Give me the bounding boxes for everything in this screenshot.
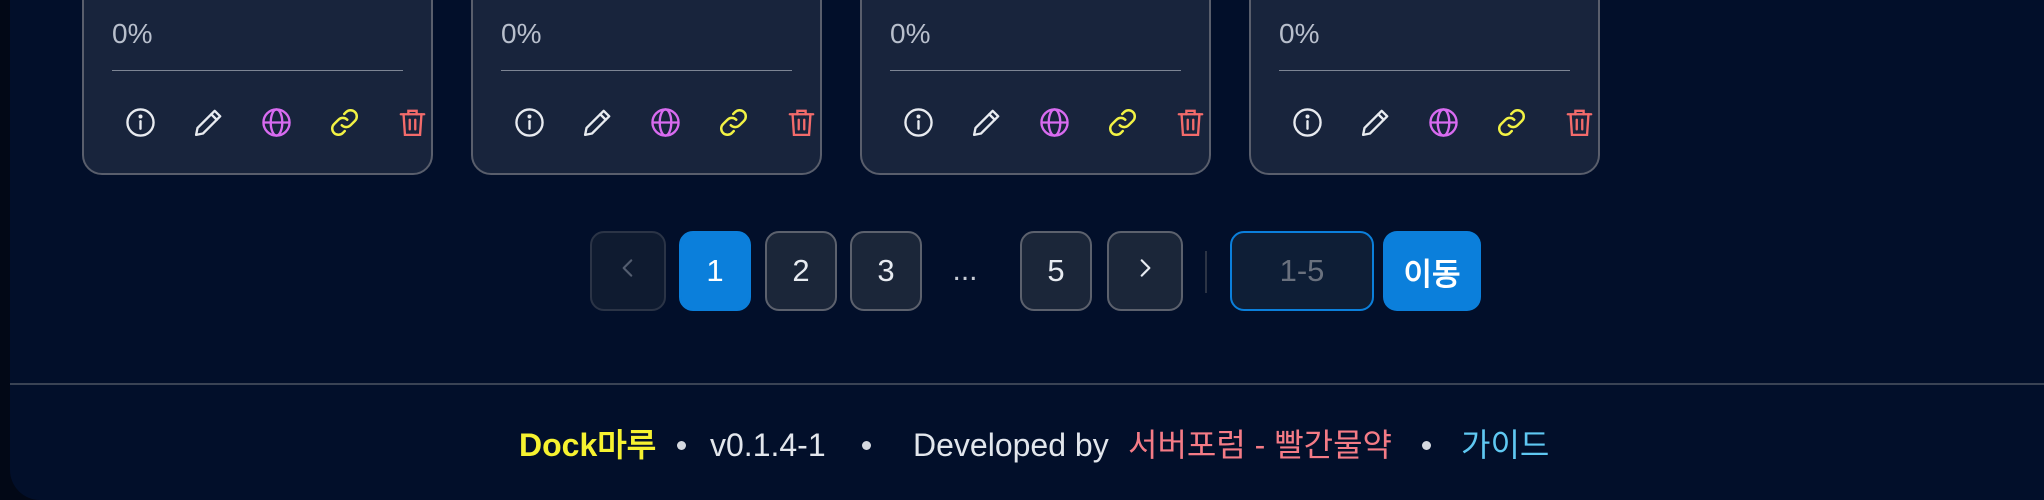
- version-label: v0.1.4-1: [710, 427, 826, 463]
- prev-page-button[interactable]: [590, 231, 666, 311]
- container-card: 0%: [860, 0, 1211, 175]
- guide-link[interactable]: 가이드: [1461, 425, 1549, 465]
- brand-name: Dock마루: [519, 427, 657, 463]
- goto-page-input[interactable]: [1230, 231, 1374, 311]
- link-icon[interactable]: [328, 106, 361, 139]
- pagination-ellipsis: ...: [952, 254, 978, 287]
- info-icon[interactable]: [902, 106, 935, 139]
- progress-divider: [1279, 70, 1570, 71]
- link-icon[interactable]: [1495, 106, 1528, 139]
- chevron-right-icon: [1132, 253, 1158, 289]
- card-actions: [513, 106, 818, 139]
- trash-icon[interactable]: [1174, 106, 1207, 139]
- card-grid: 0% 0% 0% 0%: [82, 0, 1600, 175]
- progress-divider: [112, 70, 403, 71]
- globe-icon[interactable]: [1038, 106, 1071, 139]
- developed-by-label: Developed by: [913, 427, 1109, 463]
- container-card: 0%: [82, 0, 433, 175]
- pagination-separator: [1205, 251, 1207, 293]
- trash-icon[interactable]: [396, 106, 429, 139]
- info-icon[interactable]: [513, 106, 546, 139]
- card-actions: [124, 106, 429, 139]
- pagination: 1 2 3 ... 5 이동: [10, 231, 2044, 311]
- progress-value: 0%: [1279, 18, 1320, 49]
- app-window: 0% 0% 0% 0% 1 2 3 ... 5 1-5 이동 Dock마루 v0…: [10, 0, 2044, 500]
- progress-value: 0%: [890, 18, 931, 49]
- card-actions: [902, 106, 1207, 139]
- container-card: 0%: [471, 0, 822, 175]
- footer-separator-dot: [1422, 441, 1431, 450]
- progress-divider: [890, 70, 1181, 71]
- pencil-icon[interactable]: [1359, 106, 1392, 139]
- progress-divider: [501, 70, 792, 71]
- page-button-1[interactable]: 1: [679, 231, 751, 311]
- footer: Dock마루 v0.1.4-1 Developed by 서버포럼 - 빨간물약…: [10, 385, 2044, 500]
- trash-icon[interactable]: [1563, 106, 1596, 139]
- link-icon[interactable]: [717, 106, 750, 139]
- page-button-3[interactable]: 3: [850, 231, 922, 311]
- progress-value: 0%: [112, 18, 153, 49]
- pencil-icon[interactable]: [581, 106, 614, 139]
- globe-icon[interactable]: [1427, 106, 1460, 139]
- trash-icon[interactable]: [785, 106, 818, 139]
- card-actions: [1291, 106, 1596, 139]
- link-icon[interactable]: [1106, 106, 1139, 139]
- goto-page-button[interactable]: 이동: [1383, 231, 1481, 311]
- pencil-icon[interactable]: [970, 106, 1003, 139]
- page-button-2[interactable]: 2: [765, 231, 837, 311]
- footer-separator-dot: [862, 441, 871, 450]
- chevron-left-icon: [615, 253, 641, 289]
- next-page-button[interactable]: [1107, 231, 1183, 311]
- info-icon[interactable]: [124, 106, 157, 139]
- globe-icon[interactable]: [260, 106, 293, 139]
- footer-separator-dot: [677, 441, 686, 450]
- info-icon[interactable]: [1291, 106, 1324, 139]
- progress-value: 0%: [501, 18, 542, 49]
- pencil-icon[interactable]: [192, 106, 225, 139]
- container-card: 0%: [1249, 0, 1600, 175]
- page-button-5[interactable]: 5: [1020, 231, 1092, 311]
- author-link[interactable]: 서버포럼 - 빨간물약: [1128, 425, 1392, 465]
- globe-icon[interactable]: [649, 106, 682, 139]
